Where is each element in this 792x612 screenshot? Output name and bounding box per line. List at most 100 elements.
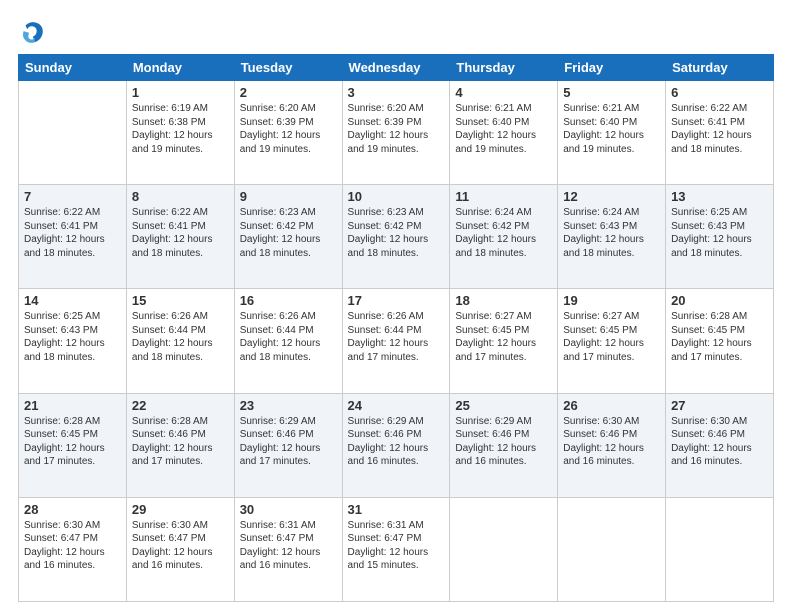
calendar-dow-friday: Friday [558,55,666,81]
calendar-cell: 1 Sunrise: 6:19 AMSunset: 6:38 PMDaylight… [126,81,234,185]
calendar-cell: 22 Sunrise: 6:28 AMSunset: 6:46 PMDayligh… [126,393,234,497]
calendar-cell [558,497,666,601]
calendar-week-1: 1 Sunrise: 6:19 AMSunset: 6:38 PMDaylight… [19,81,774,185]
calendar-cell: 3 Sunrise: 6:20 AMSunset: 6:39 PMDaylight… [342,81,450,185]
page: SundayMondayTuesdayWednesdayThursdayFrid… [0,0,792,612]
cell-info: Sunrise: 6:31 AMSunset: 6:47 PMDaylight:… [240,520,321,572]
day-number: 29 [132,502,229,517]
day-number: 25 [455,398,552,413]
cell-info: Sunrise: 6:22 AMSunset: 6:41 PMDaylight:… [24,207,105,259]
calendar-cell: 10 Sunrise: 6:23 AMSunset: 6:42 PMDayligh… [342,185,450,289]
calendar-table: SundayMondayTuesdayWednesdayThursdayFrid… [18,54,774,602]
day-number: 24 [348,398,445,413]
day-number: 13 [671,189,768,204]
calendar-week-4: 21 Sunrise: 6:28 AMSunset: 6:45 PMDayligh… [19,393,774,497]
day-number: 31 [348,502,445,517]
day-number: 9 [240,189,337,204]
day-number: 4 [455,85,552,100]
calendar-cell: 20 Sunrise: 6:28 AMSunset: 6:45 PMDayligh… [666,289,774,393]
day-number: 3 [348,85,445,100]
day-number: 10 [348,189,445,204]
cell-info: Sunrise: 6:20 AMSunset: 6:39 PMDaylight:… [348,103,429,155]
day-number: 19 [563,293,660,308]
cell-info: Sunrise: 6:29 AMSunset: 6:46 PMDaylight:… [455,416,536,468]
calendar-week-2: 7 Sunrise: 6:22 AMSunset: 6:41 PMDaylight… [19,185,774,289]
calendar-week-5: 28 Sunrise: 6:30 AMSunset: 6:47 PMDayligh… [19,497,774,601]
header [18,18,774,46]
calendar-cell: 5 Sunrise: 6:21 AMSunset: 6:40 PMDaylight… [558,81,666,185]
calendar-cell [19,81,127,185]
day-number: 8 [132,189,229,204]
cell-info: Sunrise: 6:22 AMSunset: 6:41 PMDaylight:… [132,207,213,259]
day-number: 16 [240,293,337,308]
calendar-dow-sunday: Sunday [19,55,127,81]
calendar-cell: 24 Sunrise: 6:29 AMSunset: 6:46 PMDayligh… [342,393,450,497]
cell-info: Sunrise: 6:26 AMSunset: 6:44 PMDaylight:… [132,311,213,363]
logo-icon [18,18,46,46]
day-number: 23 [240,398,337,413]
calendar-cell: 18Sunrise: 6:27 AMSunset: 6:45 PMDayligh… [450,289,558,393]
cell-info: Sunrise: 6:23 AMSunset: 6:42 PMDaylight:… [348,207,429,259]
day-number: 26 [563,398,660,413]
calendar-cell: 7 Sunrise: 6:22 AMSunset: 6:41 PMDaylight… [19,185,127,289]
calendar-cell: 19 Sunrise: 6:27 AMSunset: 6:45 PMDayligh… [558,289,666,393]
logo [18,18,52,46]
cell-info: Sunrise: 6:27 AMSunset: 6:45 PMDaylight:… [563,311,644,363]
calendar-cell: 29 Sunrise: 6:30 AMSunset: 6:47 PMDayligh… [126,497,234,601]
cell-info: Sunrise: 6:29 AMSunset: 6:46 PMDaylight:… [240,416,321,468]
cell-info: Sunrise: 6:26 AMSunset: 6:44 PMDaylight:… [348,311,429,363]
cell-info: Sunrise: 6:21 AMSunset: 6:40 PMDaylight:… [563,103,644,155]
calendar-cell: 6 Sunrise: 6:22 AMSunset: 6:41 PMDaylight… [666,81,774,185]
day-number: 27 [671,398,768,413]
cell-info: Sunrise: 6:28 AMSunset: 6:45 PMDaylight:… [24,416,105,468]
cell-info: Sunrise: 6:30 AMSunset: 6:47 PMDaylight:… [132,520,213,572]
cell-info: Sunrise: 6:24 AMSunset: 6:43 PMDaylight:… [563,207,644,259]
day-number: 11 [455,189,552,204]
calendar-cell: 13 Sunrise: 6:25 AMSunset: 6:43 PMDayligh… [666,185,774,289]
calendar-cell: 23 Sunrise: 6:29 AMSunset: 6:46 PMDayligh… [234,393,342,497]
day-number: 14 [24,293,121,308]
cell-info: Sunrise: 6:19 AMSunset: 6:38 PMDaylight:… [132,103,213,155]
calendar-cell: 9Sunrise: 6:23 AMSunset: 6:42 PMDaylight… [234,185,342,289]
day-number: 20 [671,293,768,308]
cell-info: Sunrise: 6:28 AMSunset: 6:46 PMDaylight:… [132,416,213,468]
cell-info: Sunrise: 6:30 AMSunset: 6:47 PMDaylight:… [24,520,105,572]
day-number: 22 [132,398,229,413]
day-number: 21 [24,398,121,413]
calendar-cell: 11 Sunrise: 6:24 AMSunset: 6:42 PMDayligh… [450,185,558,289]
cell-info: Sunrise: 6:25 AMSunset: 6:43 PMDaylight:… [24,311,105,363]
day-number: 28 [24,502,121,517]
day-number: 1 [132,85,229,100]
calendar-cell [666,497,774,601]
day-number: 15 [132,293,229,308]
day-number: 17 [348,293,445,308]
cell-info: Sunrise: 6:30 AMSunset: 6:46 PMDaylight:… [563,416,644,468]
calendar-cell: 8 Sunrise: 6:22 AMSunset: 6:41 PMDaylight… [126,185,234,289]
cell-info: Sunrise: 6:26 AMSunset: 6:44 PMDaylight:… [240,311,321,363]
calendar-cell: 12 Sunrise: 6:24 AMSunset: 6:43 PMDayligh… [558,185,666,289]
calendar-cell: 16 Sunrise: 6:26 AMSunset: 6:44 PMDayligh… [234,289,342,393]
calendar-cell: 17 Sunrise: 6:26 AMSunset: 6:44 PMDayligh… [342,289,450,393]
calendar-cell: 25 Sunrise: 6:29 AMSunset: 6:46 PMDayligh… [450,393,558,497]
day-number: 7 [24,189,121,204]
cell-info: Sunrise: 6:24 AMSunset: 6:42 PMDaylight:… [455,207,536,259]
calendar-cell: 30Sunrise: 6:31 AMSunset: 6:47 PMDayligh… [234,497,342,601]
calendar-cell [450,497,558,601]
calendar-dow-thursday: Thursday [450,55,558,81]
day-number: 2 [240,85,337,100]
cell-info: Sunrise: 6:28 AMSunset: 6:45 PMDaylight:… [671,311,752,363]
day-number: 5 [563,85,660,100]
calendar-cell: 21 Sunrise: 6:28 AMSunset: 6:45 PMDayligh… [19,393,127,497]
day-number: 6 [671,85,768,100]
cell-info: Sunrise: 6:21 AMSunset: 6:40 PMDaylight:… [455,103,536,155]
calendar-cell: 2Sunrise: 6:20 AMSunset: 6:39 PMDaylight… [234,81,342,185]
cell-info: Sunrise: 6:22 AMSunset: 6:41 PMDaylight:… [671,103,752,155]
day-number: 12 [563,189,660,204]
cell-info: Sunrise: 6:25 AMSunset: 6:43 PMDaylight:… [671,207,752,259]
cell-info: Sunrise: 6:27 AMSunset: 6:45 PMDaylight:… [455,311,536,363]
calendar-header-row: SundayMondayTuesdayWednesdayThursdayFrid… [19,55,774,81]
cell-info: Sunrise: 6:29 AMSunset: 6:46 PMDaylight:… [348,416,429,468]
calendar-dow-wednesday: Wednesday [342,55,450,81]
calendar-cell: 31Sunrise: 6:31 AMSunset: 6:47 PMDayligh… [342,497,450,601]
calendar-cell: 15 Sunrise: 6:26 AMSunset: 6:44 PMDayligh… [126,289,234,393]
